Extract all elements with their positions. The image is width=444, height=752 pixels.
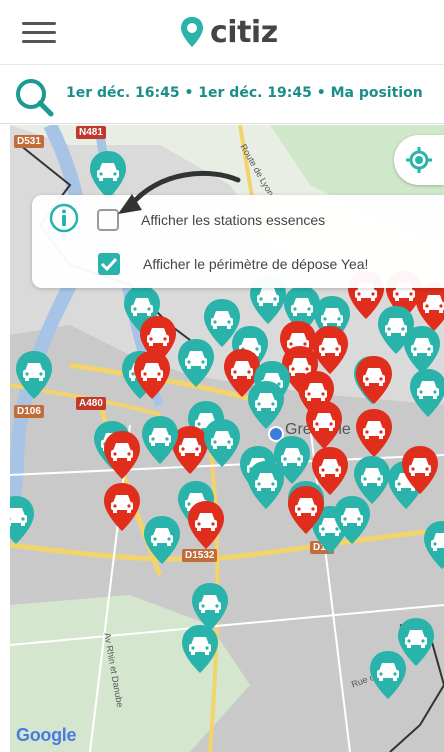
- app-logo: citiz: [180, 12, 278, 52]
- available-car-pin[interactable]: [140, 414, 180, 466]
- available-car-pin[interactable]: [202, 417, 242, 469]
- road-label: D531: [14, 135, 44, 148]
- search-summary[interactable]: 1er déc. 16:45 • 1er déc. 19:45 • Ma pos…: [66, 85, 423, 101]
- available-car-pin[interactable]: [176, 337, 216, 389]
- available-car-pin[interactable]: [142, 514, 182, 566]
- road-label: D106: [14, 405, 44, 418]
- unavailable-car-pin[interactable]: [400, 444, 440, 496]
- unavailable-car-pin[interactable]: [354, 354, 394, 406]
- available-car-pin[interactable]: [180, 623, 220, 675]
- unavailable-car-pin[interactable]: [286, 484, 326, 536]
- app-header: citiz: [0, 0, 444, 65]
- google-attribution-text: Google: [16, 725, 77, 745]
- available-car-pin[interactable]: [10, 494, 36, 546]
- available-car-pin[interactable]: [422, 519, 444, 571]
- unavailable-car-pin[interactable]: [186, 499, 226, 551]
- hamburger-menu-icon[interactable]: [22, 22, 56, 44]
- curved-arrow-annotation: [118, 170, 241, 214]
- google-attribution: Google: [16, 725, 77, 746]
- road-label: N481: [76, 126, 106, 139]
- unavailable-car-pin[interactable]: [132, 349, 172, 401]
- available-car-pin[interactable]: [408, 367, 444, 419]
- yea-perimeter-label[interactable]: Afficher le périmètre de dépose Yea!: [143, 256, 368, 272]
- available-car-pin[interactable]: [14, 349, 54, 401]
- unavailable-car-pin[interactable]: [354, 407, 394, 459]
- locate-button[interactable]: [394, 135, 444, 185]
- search-icon[interactable]: [14, 77, 54, 117]
- yea-perimeter-option[interactable]: Afficher le périmètre de dépose Yea!: [97, 250, 368, 278]
- unavailable-car-pin[interactable]: [102, 429, 142, 481]
- search-bar[interactable]: 1er déc. 16:45 • 1er déc. 19:45 • Ma pos…: [0, 65, 444, 124]
- location-pin-icon: [181, 17, 203, 47]
- crosshair-locate-icon[interactable]: [405, 146, 433, 174]
- yea-perimeter-checkbox[interactable]: [97, 252, 121, 276]
- available-car-pin[interactable]: [246, 379, 286, 431]
- info-icon[interactable]: [49, 203, 79, 233]
- unavailable-car-pin[interactable]: [102, 481, 142, 533]
- available-car-pin[interactable]: [246, 459, 286, 511]
- logo-text: citiz: [210, 14, 278, 50]
- road-label: A480: [76, 397, 106, 410]
- available-car-pin[interactable]: [368, 649, 408, 701]
- available-car-pin[interactable]: [332, 494, 372, 546]
